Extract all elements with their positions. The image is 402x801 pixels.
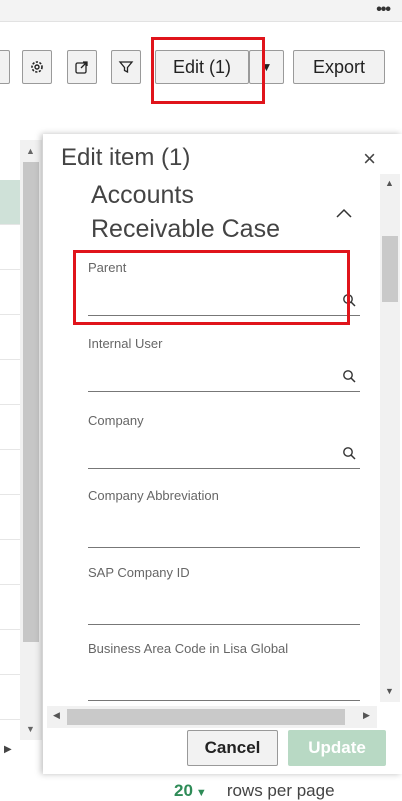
table-row xyxy=(0,360,20,405)
chevron-up-icon[interactable] xyxy=(336,202,352,223)
field-label: SAP Company ID xyxy=(88,565,190,580)
sap-company-id-field[interactable]: SAP Company ID xyxy=(88,565,360,625)
field-label: Parent xyxy=(88,260,127,275)
search-icon[interactable] xyxy=(342,369,356,383)
parent-field[interactable]: Parent xyxy=(88,260,360,316)
filter-icon xyxy=(118,61,134,74)
scroll-thumb[interactable] xyxy=(382,236,398,302)
rows-per-page: 20 ▼ rows per page xyxy=(174,781,335,801)
search-icon[interactable] xyxy=(342,293,356,307)
table-row xyxy=(0,180,20,225)
table-row xyxy=(0,540,20,585)
chevron-down-icon[interactable]: ▼ xyxy=(196,787,207,799)
share-export-icon xyxy=(75,61,88,74)
scroll-down-icon[interactable]: ▼ xyxy=(26,724,35,734)
filter-button[interactable] xyxy=(111,50,141,84)
field-label: Company xyxy=(88,413,144,428)
dropdown-caret-icon: ▼ xyxy=(260,60,273,74)
panel-title: Edit item (1) xyxy=(61,144,191,171)
export-button[interactable]: Export xyxy=(293,50,385,84)
scroll-down-icon[interactable]: ▼ xyxy=(385,686,394,696)
table-row xyxy=(0,675,20,720)
table-row xyxy=(0,585,20,630)
scroll-up-icon[interactable]: ▲ xyxy=(385,178,394,188)
edit-item-panel: Edit item (1) × Accounts Receivable Case… xyxy=(43,134,402,774)
search-icon[interactable] xyxy=(342,446,356,460)
settings-gear-icon xyxy=(31,61,43,73)
edit-button[interactable]: Edit (1) xyxy=(155,50,249,84)
scroll-up-icon[interactable]: ▲ xyxy=(26,146,35,156)
field-label: Company Abbreviation xyxy=(88,488,219,503)
cancel-button[interactable]: Cancel xyxy=(187,730,278,766)
business-area-code-field[interactable]: Business Area Code in Lisa Global xyxy=(88,641,360,701)
table-row xyxy=(0,450,20,495)
top-strip: ••• xyxy=(0,0,402,22)
table-row xyxy=(0,495,20,540)
section-title: Accounts Receivable Case xyxy=(91,181,280,243)
internal-user-field[interactable]: Internal User xyxy=(88,336,360,392)
panel-vertical-scrollbar[interactable]: ▲ ▼ xyxy=(380,174,400,702)
scroll-thumb[interactable] xyxy=(67,709,345,725)
update-button[interactable]: Update xyxy=(288,730,386,766)
more-icon[interactable]: ••• xyxy=(376,1,391,19)
scroll-thumb[interactable] xyxy=(23,162,39,642)
table-row xyxy=(0,225,20,270)
background-scrollbar[interactable]: ▲ ▼ xyxy=(20,140,42,740)
table-row xyxy=(0,405,20,450)
settings-button[interactable] xyxy=(22,50,52,84)
table-row xyxy=(0,270,20,315)
table-row xyxy=(0,315,20,360)
background-grid xyxy=(0,180,20,740)
field-label: Internal User xyxy=(88,336,163,351)
rows-per-page-select[interactable]: 20 xyxy=(174,781,193,800)
rows-per-page-label: rows per page xyxy=(226,781,335,800)
panel-horizontal-scrollbar[interactable]: ◀ ▶ xyxy=(47,706,377,728)
share-button[interactable] xyxy=(67,50,97,84)
table-row xyxy=(0,630,20,675)
scroll-left-icon[interactable]: ◀ xyxy=(53,710,60,721)
field-label: Business Area Code in Lisa Global xyxy=(88,641,289,656)
scroll-right-icon[interactable]: ▶ xyxy=(363,710,370,721)
close-icon[interactable]: × xyxy=(363,146,376,172)
company-field[interactable]: Company xyxy=(88,413,360,469)
company-abbreviation-field[interactable]: Company Abbreviation xyxy=(88,488,360,548)
toolbar: Edit (1) ▼ Export xyxy=(0,48,402,86)
edit-dropdown-button[interactable]: ▼ xyxy=(249,50,284,84)
toolbar-partial-button[interactable] xyxy=(0,50,10,84)
scroll-right-icon[interactable]: ▶ xyxy=(4,744,12,755)
